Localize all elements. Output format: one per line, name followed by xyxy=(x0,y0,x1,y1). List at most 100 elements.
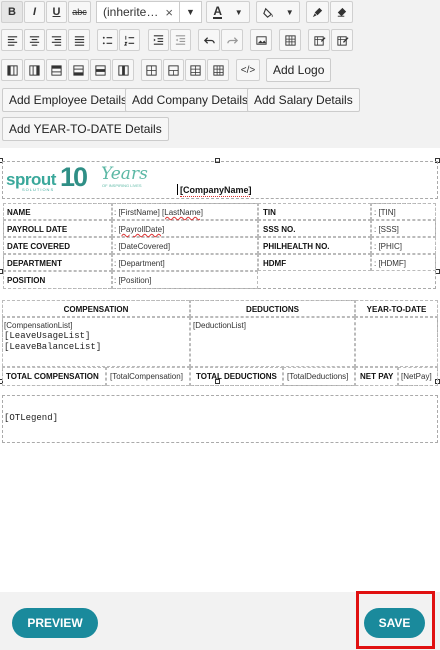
hdmf-value[interactable]: : [HDMF] xyxy=(374,259,406,268)
delete-row-button[interactable] xyxy=(90,59,111,81)
position-value[interactable]: : [Position] xyxy=(114,276,151,285)
compensation-list[interactable]: [CompensationList] xyxy=(4,321,72,330)
table-properties-button[interactable] xyxy=(308,29,330,51)
table-row-icon xyxy=(190,64,201,76)
total-deductions-label: TOTAL DEDUCTIONS xyxy=(196,372,277,381)
tin-value[interactable]: : [TIN] xyxy=(374,208,396,217)
chevron-down-icon[interactable]: ▼ xyxy=(179,1,201,23)
numbered-list-button[interactable] xyxy=(119,29,140,51)
company-name-field[interactable]: [CompanyName] xyxy=(180,185,252,195)
hdmf-label: HDMF xyxy=(263,259,287,268)
table-cell[interactable] xyxy=(355,317,438,367)
delete-row-icon xyxy=(95,64,106,76)
align-center-icon xyxy=(29,35,40,46)
delete-column-icon xyxy=(117,64,129,76)
total-compensation-value[interactable]: [TotalCompensation] xyxy=(110,372,183,381)
payroll-date-value[interactable]: : [PayrollDate] xyxy=(114,225,164,234)
delete-table-icon xyxy=(212,64,224,76)
align-left-button[interactable] xyxy=(1,29,23,51)
add-company-details-button[interactable]: Add Company Details xyxy=(125,88,256,112)
payroll-date-label: PAYROLL DATE xyxy=(7,225,68,234)
deduction-list[interactable]: [DeductionList] xyxy=(193,321,246,330)
outdent-icon xyxy=(175,34,186,45)
ot-legend[interactable]: [OTLegend] xyxy=(4,413,58,424)
position-label: POSITION xyxy=(7,276,46,285)
philhealth-label: PHILHEALTH NO. xyxy=(263,242,330,251)
numbered-list-icon xyxy=(123,35,135,46)
justify-button[interactable] xyxy=(68,29,90,51)
redo-icon xyxy=(226,36,238,44)
add-logo-button[interactable]: Add Logo xyxy=(266,58,332,82)
paint-bucket-icon xyxy=(263,7,273,18)
bold-button[interactable]: B xyxy=(1,1,23,23)
font-color-button[interactable]: A ▼ xyxy=(206,1,250,23)
eraser-icon xyxy=(337,7,347,17)
image-icon xyxy=(255,35,267,45)
redo-button[interactable] xyxy=(221,29,243,51)
undo-icon xyxy=(203,36,215,44)
name-value[interactable]: : [FirstName] [LastName] xyxy=(114,208,203,217)
add-employee-details-button[interactable]: Add Employee Details xyxy=(2,88,135,112)
insert-image-button[interactable] xyxy=(250,29,272,51)
bullet-list-icon xyxy=(102,36,113,44)
add-ytd-details-button[interactable]: Add YEAR-TO-DATE Details xyxy=(2,117,169,141)
table-row-props-button[interactable] xyxy=(185,59,206,81)
tin-label: TIN xyxy=(263,208,276,217)
row-after-icon xyxy=(73,64,84,76)
editor-toolbar: B I U abc (inherite… × ▼ A ▼ ▼ </> Add L… xyxy=(0,0,440,146)
net-pay-value[interactable]: [NetPay] xyxy=(401,372,432,381)
insert-column-before-button[interactable] xyxy=(1,59,23,81)
clear-format-button[interactable] xyxy=(330,1,353,23)
split-cells-icon xyxy=(146,64,157,76)
source-code-button[interactable]: </> xyxy=(236,59,260,81)
align-right-button[interactable] xyxy=(46,29,67,51)
sss-value[interactable]: : [SSS] xyxy=(374,225,399,234)
insert-row-before-button[interactable] xyxy=(46,59,67,81)
strikethrough-button[interactable]: abc xyxy=(68,1,91,23)
bullet-list-button[interactable] xyxy=(97,29,118,51)
cell-properties-button[interactable] xyxy=(331,29,353,51)
align-left-icon xyxy=(7,35,17,46)
leave-usage-list[interactable]: [LeaveUsageList] xyxy=(4,331,90,342)
department-label: DEPARTMENT xyxy=(7,259,62,268)
background-color-button[interactable]: ▼ xyxy=(256,1,300,23)
total-deductions-value[interactable]: [TotalDeductions] xyxy=(287,372,348,381)
ytd-header: YEAR-TO-DATE xyxy=(366,305,427,314)
column-after-icon xyxy=(29,64,40,76)
outdent-button[interactable] xyxy=(170,29,191,51)
insert-column-after-button[interactable] xyxy=(24,59,45,81)
indent-button[interactable] xyxy=(148,29,169,51)
align-right-icon xyxy=(51,35,62,46)
font-family-value: (inherite… xyxy=(103,5,159,19)
leave-balance-list[interactable]: [LeaveBalanceList] xyxy=(4,342,101,353)
align-center-button[interactable] xyxy=(24,29,45,51)
format-painter-button[interactable] xyxy=(306,1,329,23)
merge-cells-button[interactable] xyxy=(163,59,184,81)
font-family-select[interactable]: (inherite… × ▼ xyxy=(96,1,202,23)
italic-button[interactable]: I xyxy=(24,1,45,23)
department-value[interactable]: : [Department] xyxy=(114,259,165,268)
date-covered-value[interactable]: : [DateCovered] xyxy=(114,242,170,251)
delete-table-button[interactable] xyxy=(207,59,229,81)
table-icon xyxy=(284,34,296,46)
column-before-icon xyxy=(6,64,18,76)
insert-table-button[interactable] xyxy=(279,29,301,51)
sss-label: SSS NO. xyxy=(263,225,296,234)
insert-row-after-button[interactable] xyxy=(68,59,89,81)
deductions-header: DEDUCTIONS xyxy=(246,305,299,314)
name-label: NAME xyxy=(7,208,31,217)
spellcheck-underline xyxy=(180,195,250,197)
delete-column-button[interactable] xyxy=(112,59,134,81)
payslip-editor[interactable]: sprout SOLUTIONS 10 Years OF INSPIRING L… xyxy=(0,148,440,592)
add-salary-details-button[interactable]: Add Salary Details xyxy=(247,88,360,112)
compensation-header: COMPENSATION xyxy=(63,305,129,314)
clear-icon[interactable]: × xyxy=(165,5,173,20)
preview-button[interactable]: PREVIEW xyxy=(12,608,98,638)
total-compensation-label: TOTAL COMPENSATION xyxy=(6,372,99,381)
split-cells-button[interactable] xyxy=(141,59,162,81)
undo-button[interactable] xyxy=(198,29,220,51)
philhealth-value[interactable]: : [PHIC] xyxy=(374,242,402,251)
chevron-down-icon: ▼ xyxy=(234,7,243,17)
code-icon: </> xyxy=(240,64,256,76)
underline-button[interactable]: U xyxy=(46,1,67,23)
